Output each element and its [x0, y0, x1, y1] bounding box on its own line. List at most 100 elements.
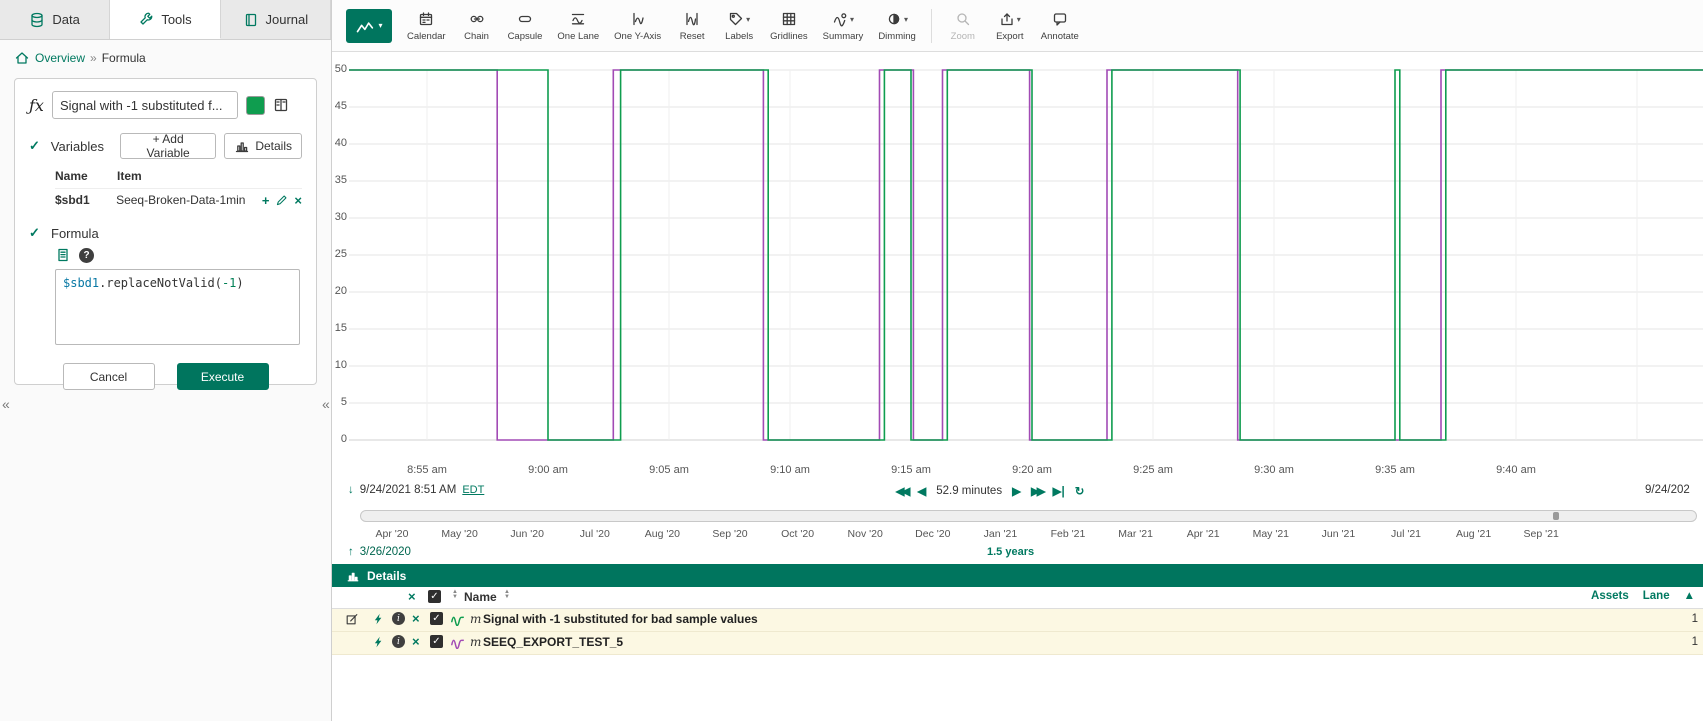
remove-icon[interactable]: × — [412, 612, 420, 625]
variable-item: Seeq-Broken-Data-1min — [116, 193, 262, 207]
add-variable-button[interactable]: + Add Variable — [120, 133, 216, 159]
row-checkbox[interactable]: ✓ — [430, 612, 443, 625]
month-label: Sep '20 — [712, 528, 747, 540]
formula-tool-panel: ƒx ✓ Variables + Add Variable Details Na… — [14, 78, 317, 385]
details-row[interactable]: i × ✓ m SEEQ_EXPORT_TEST_5 1 — [332, 632, 1703, 655]
month-label: Dec '20 — [915, 528, 950, 540]
remove-all-icon[interactable]: × — [408, 590, 416, 603]
info-icon[interactable]: i — [392, 612, 405, 625]
x-tick-label: 9:10 am — [770, 464, 810, 476]
calendar-icon — [418, 9, 434, 29]
item-name[interactable]: Signal with -1 substituted for bad sampl… — [483, 612, 758, 626]
sort-icon[interactable]: ▲▼ — [504, 590, 510, 600]
timeline-scrollbar[interactable] — [360, 510, 1697, 522]
x-axis-labels[interactable]: 8:55 am9:00 am9:05 am9:10 am9:15 am9:20 … — [349, 464, 1703, 478]
range-end-label[interactable]: 9/24/202 — [1645, 484, 1701, 496]
info-icon[interactable]: i — [392, 635, 405, 648]
edit-item-icon[interactable] — [345, 612, 359, 626]
trend-view-dropdown-button[interactable]: ▾ — [346, 9, 392, 43]
assets-column-header[interactable]: Assets — [1591, 590, 1629, 602]
investigate-start-label[interactable]: 3/26/2020 — [360, 546, 411, 558]
tab-tools[interactable]: Tools — [110, 0, 220, 39]
row-checkbox[interactable]: ✓ — [430, 635, 443, 648]
variables-table-header: Name Item — [55, 169, 302, 188]
formula-name-input[interactable] — [52, 91, 238, 119]
timeline-handle[interactable] — [1553, 512, 1559, 520]
month-label: Nov '20 — [848, 528, 883, 540]
collapse-data-panel-icon[interactable]: « — [2, 396, 10, 412]
name-column-header[interactable]: Name — [464, 590, 497, 604]
investigate-start: ↑ 3/26/2020 — [348, 546, 411, 558]
organizer-icon[interactable] — [273, 97, 289, 113]
investigate-start-arrow-icon[interactable]: ↑ — [348, 546, 354, 558]
toolbar-item-label: Labels — [725, 31, 753, 42]
bolt-icon[interactable] — [372, 635, 385, 649]
toolbar-chain-button[interactable]: Chain — [455, 3, 499, 49]
color-swatch[interactable] — [246, 96, 265, 115]
remove-icon[interactable]: × — [294, 194, 302, 207]
month-label: Jul '21 — [1391, 528, 1421, 540]
trend-chart[interactable] — [349, 58, 1703, 450]
step-forward-many-icon[interactable]: ▶▶ — [1031, 484, 1043, 498]
duration-label[interactable]: 52.9 minutes — [936, 485, 1002, 497]
range-start-label[interactable]: 9/24/2021 8:51 AM — [360, 484, 457, 496]
toolbar-one-lane-button[interactable]: One Lane — [551, 3, 605, 49]
details-panel-header[interactable]: Details — [332, 564, 1703, 587]
toolbar-reset-button[interactable]: Reset — [670, 3, 714, 49]
remove-icon[interactable]: × — [412, 635, 420, 648]
home-icon[interactable] — [14, 50, 30, 66]
pencil-icon[interactable] — [275, 194, 288, 207]
toolbar-dimming-button[interactable]: ▾Dimming — [872, 3, 921, 49]
item-name[interactable]: SEEQ_EXPORT_TEST_5 — [483, 635, 623, 649]
breadcrumb-overview[interactable]: Overview — [35, 51, 85, 65]
refresh-icon[interactable]: ↻ — [1075, 484, 1085, 498]
details-table-header: × ✓ ▲▼ Name ▲▼ Assets Lane ▲ — [332, 587, 1703, 609]
select-all-checkbox[interactable]: ✓ — [428, 590, 441, 603]
y-tick-label: 25 — [332, 248, 347, 260]
code-token: -1 — [222, 276, 236, 290]
toolbar-zoom-button: Zoom — [941, 3, 985, 49]
toolbar-gridlines-button[interactable]: Gridlines — [764, 3, 814, 49]
toolbar-labels-button[interactable]: ▾ Labels — [717, 3, 761, 49]
toolbar-summary-button[interactable]: ▾Summary — [817, 3, 870, 49]
gridlines-icon — [781, 9, 797, 29]
timezone-link[interactable]: EDT — [462, 484, 484, 496]
details-button[interactable]: Details — [224, 133, 302, 159]
unit-label: m — [470, 612, 481, 626]
formula-code-editor[interactable]: $sbd1.replaceNotValid(-1) — [55, 269, 300, 345]
toolbar-annotate-button[interactable]: Annotate — [1035, 3, 1085, 49]
y-tick-label: 20 — [332, 285, 347, 297]
document-icon[interactable] — [55, 247, 71, 263]
cancel-button[interactable]: Cancel — [63, 363, 155, 390]
execute-button[interactable]: Execute — [177, 363, 269, 390]
toolbar-calendar-button[interactable]: Calendar — [401, 3, 452, 49]
add-icon[interactable]: + — [262, 194, 270, 207]
collapse-tools-panel-icon[interactable]: « — [322, 396, 330, 412]
help-icon[interactable]: ? — [79, 248, 94, 263]
chevron-down-icon: ▾ — [378, 21, 382, 30]
trend-toolbar: ▾ CalendarChainCapsuleOne LaneOne Y-Axis… — [332, 0, 1703, 52]
details-row[interactable]: i × ✓ m Signal with -1 substituted for b… — [332, 609, 1703, 632]
toolbar-export-button[interactable]: ▾Export — [988, 3, 1032, 49]
check-icon: ✓ — [29, 138, 43, 154]
tab-data[interactable]: Data — [0, 0, 110, 39]
range-start-arrow-icon[interactable]: ↓ — [348, 484, 354, 496]
step-back-many-icon[interactable]: ◀◀ — [896, 484, 908, 498]
step-back-icon[interactable]: ◀ — [917, 484, 926, 498]
tab-journal[interactable]: Journal — [221, 0, 331, 39]
toolbar-one-y-axis-button[interactable]: One Y-Axis — [608, 3, 667, 49]
step-to-end-icon[interactable]: ▶| — [1053, 484, 1065, 498]
lane-column-header[interactable]: Lane — [1643, 590, 1670, 602]
variable-row: $sbd1 Seeq-Broken-Data-1min + × — [55, 188, 302, 211]
chevron-down-icon: ▾ — [746, 15, 750, 24]
signal-icon — [450, 635, 465, 649]
sort-icon[interactable]: ▲ — [1684, 594, 1695, 599]
breadcrumb: Overview » Formula — [0, 40, 331, 74]
investigate-span-label[interactable]: 1.5 years — [987, 546, 1034, 558]
toolbar-capsule-button[interactable]: Capsule — [502, 3, 549, 49]
sort-icon[interactable]: ▲▼ — [452, 590, 458, 600]
month-label: May '21 — [1253, 528, 1289, 540]
col-item: Item — [117, 169, 142, 183]
bolt-icon[interactable] — [372, 612, 385, 626]
step-forward-icon[interactable]: ▶ — [1012, 484, 1021, 498]
